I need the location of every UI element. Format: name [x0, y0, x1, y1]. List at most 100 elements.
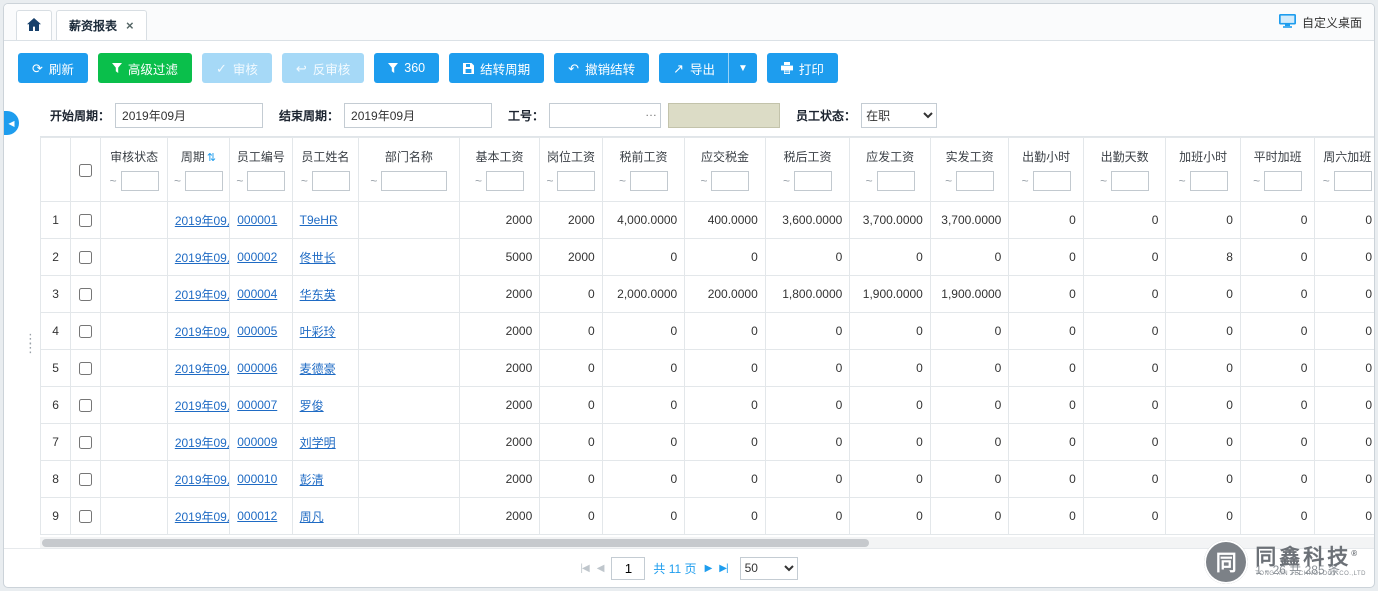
employee-no-link[interactable]: 000002	[237, 250, 277, 264]
period-link[interactable]: 2019年09月	[175, 251, 230, 265]
row-checkbox[interactable]	[79, 473, 92, 486]
column-filter-input[interactable]	[956, 171, 994, 191]
column-filter-input[interactable]	[185, 171, 223, 191]
first-page-button[interactable]: |◀	[580, 563, 588, 574]
home-tab[interactable]	[16, 10, 52, 40]
last-page-button[interactable]: ▶|	[719, 563, 727, 574]
column-filter-input[interactable]	[381, 171, 447, 191]
column-header[interactable]: 加班小时~	[1166, 138, 1241, 202]
sort-icon[interactable]: ⇅	[207, 152, 216, 164]
employee-no-link[interactable]: 000001	[237, 213, 277, 227]
column-filter-input[interactable]	[1334, 171, 1372, 191]
employee-status-select[interactable]: 在职	[861, 103, 937, 128]
period-link[interactable]: 2019年09月	[175, 325, 230, 339]
column-filter-input[interactable]	[1264, 171, 1302, 191]
undo-carryover-button[interactable]: ↶ 撤销结转	[554, 53, 649, 83]
reverse-audit-button[interactable]: ↩ 反审核	[282, 53, 364, 83]
filter-360-button[interactable]: 360	[374, 53, 439, 83]
close-icon[interactable]: ×	[126, 18, 134, 33]
row-checkbox[interactable]	[79, 325, 92, 338]
export-button[interactable]: ↗ 导出 ▼	[659, 53, 757, 83]
column-header[interactable]: 实发工资~	[930, 138, 1009, 202]
column-filter-input[interactable]	[1190, 171, 1228, 191]
column-header[interactable]: 应交税金~	[685, 138, 766, 202]
page-size-select[interactable]: 50	[740, 557, 798, 580]
row-checkbox[interactable]	[79, 362, 92, 375]
print-button[interactable]: 打印	[767, 53, 838, 83]
employee-name-link[interactable]: 彭清	[300, 473, 324, 487]
horizontal-scrollbar-thumb[interactable]	[42, 539, 869, 547]
horizontal-scrollbar[interactable]	[40, 537, 1374, 548]
employee-name-link[interactable]: 华东英	[300, 288, 336, 302]
employee-name-link[interactable]: 叶彩玲	[300, 325, 336, 339]
column-filter-input[interactable]	[1033, 171, 1071, 191]
column-filter-input[interactable]	[877, 171, 915, 191]
column-filter-input[interactable]	[312, 171, 350, 191]
column-header[interactable]: 基本工资~	[459, 138, 540, 202]
export-caret-icon[interactable]: ▼	[728, 53, 757, 83]
column-filter-input[interactable]	[794, 171, 832, 191]
employee-no-link[interactable]: 000007	[237, 398, 277, 412]
employee-no-link[interactable]: 000006	[237, 361, 277, 375]
tab-salary-report[interactable]: 薪资报表 ×	[56, 10, 147, 40]
employee-name-link[interactable]: 刘学明	[300, 436, 336, 450]
employee-name-link[interactable]: 周凡	[300, 510, 324, 524]
refresh-button[interactable]: ⟳ 刷新	[18, 53, 88, 83]
table-row: 22019年09月000002佟世长500020000000000800	[41, 239, 1375, 276]
employee-name-link[interactable]: T9eHR	[300, 213, 338, 227]
employee-no-link[interactable]: 000009	[237, 435, 277, 449]
advanced-filter-button[interactable]: 高级过滤	[98, 53, 192, 83]
column-header[interactable]: 平时加班~	[1240, 138, 1315, 202]
row-checkbox[interactable]	[79, 436, 92, 449]
row-checkbox[interactable]	[79, 399, 92, 412]
next-page-button[interactable]: ▶	[705, 563, 712, 574]
column-header[interactable]: 税前工资~	[602, 138, 685, 202]
row-checkbox[interactable]	[79, 288, 92, 301]
period-link[interactable]: 2019年09月	[175, 510, 230, 524]
employee-no-link[interactable]: 000010	[237, 472, 277, 486]
column-filter-input[interactable]	[630, 171, 668, 191]
column-header[interactable]: 员工姓名~	[292, 138, 358, 202]
employee-name-link[interactable]: 罗俊	[300, 399, 324, 413]
row-checkbox[interactable]	[79, 251, 92, 264]
page-number-input[interactable]	[611, 557, 645, 580]
employee-name-link[interactable]: 佟世长	[300, 251, 336, 265]
column-header[interactable]: 出勤天数~	[1083, 138, 1166, 202]
column-filter-input[interactable]	[711, 171, 749, 191]
column-header[interactable]: 部门名称~	[359, 138, 460, 202]
customize-desktop-button[interactable]: 自定义桌面	[1279, 14, 1362, 31]
select-all-checkbox[interactable]	[79, 164, 92, 177]
start-period-input[interactable]	[115, 103, 263, 128]
row-checkbox[interactable]	[79, 214, 92, 227]
audit-button[interactable]: ✓ 审核	[202, 53, 272, 83]
column-header[interactable]: 周期⇅~	[167, 138, 229, 202]
period-link[interactable]: 2019年09月	[175, 436, 230, 450]
column-filter-input[interactable]	[121, 171, 159, 191]
column-filter-input[interactable]	[1111, 171, 1149, 191]
column-header[interactable]: 税后工资~	[765, 138, 850, 202]
prev-page-button[interactable]: ◀	[597, 563, 604, 574]
employee-no-link[interactable]: 000012	[237, 509, 277, 523]
employee-no-link[interactable]: 000005	[237, 324, 277, 338]
column-filter-input[interactable]	[557, 171, 595, 191]
row-checkbox[interactable]	[79, 510, 92, 523]
column-header[interactable]: 出勤小时~	[1009, 138, 1084, 202]
column-header[interactable]: 审核状态~	[101, 138, 167, 202]
drag-handle[interactable]: ⋮ ⋮	[24, 334, 37, 352]
job-no-picker-icon[interactable]: …	[645, 105, 657, 119]
end-period-input[interactable]	[344, 103, 492, 128]
period-link[interactable]: 2019年09月	[175, 214, 230, 228]
period-link[interactable]: 2019年09月	[175, 288, 230, 302]
column-header[interactable]: 周六加班~	[1315, 138, 1374, 202]
period-link[interactable]: 2019年09月	[175, 473, 230, 487]
column-filter-input[interactable]	[486, 171, 524, 191]
employee-no-link[interactable]: 000004	[237, 287, 277, 301]
column-header[interactable]: 岗位工资~	[540, 138, 602, 202]
column-filter-input[interactable]	[247, 171, 285, 191]
column-header[interactable]: 员工编号~	[230, 138, 292, 202]
column-header[interactable]: 应发工资~	[850, 138, 931, 202]
period-link[interactable]: 2019年09月	[175, 399, 230, 413]
carryover-period-button[interactable]: 结转周期	[449, 53, 544, 83]
period-link[interactable]: 2019年09月	[175, 362, 230, 376]
employee-name-link[interactable]: 麦德豪	[300, 362, 336, 376]
